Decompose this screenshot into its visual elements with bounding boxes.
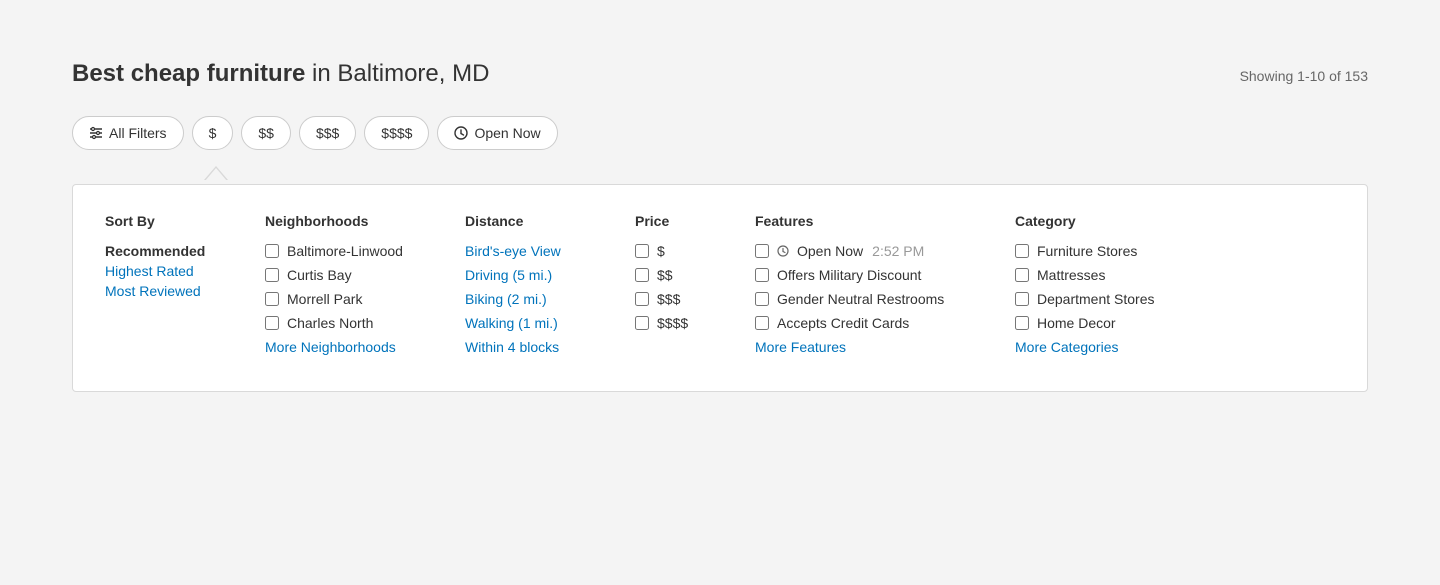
features-heading: Features: [755, 213, 991, 229]
page-title: Best cheap furniture in Baltimore, MD: [72, 60, 489, 88]
panel-pointer: [72, 166, 1368, 184]
neighborhoods-section: Neighborhoods Baltimore-Linwood Curtis B…: [265, 213, 465, 363]
category-mattresses[interactable]: Mattresses: [1015, 267, 1211, 283]
category-department-stores[interactable]: Department Stores: [1015, 291, 1211, 307]
distance-driving[interactable]: Driving (5 mi.): [465, 267, 611, 283]
neighborhood-charles-north[interactable]: Charles North: [265, 315, 441, 331]
all-filters-button[interactable]: All Filters: [72, 116, 184, 150]
filter-panel: Sort By Recommended Highest Rated Most R…: [72, 184, 1368, 392]
distance-within-blocks[interactable]: Within 4 blocks: [465, 339, 611, 355]
neighborhood-baltimore-linwood[interactable]: Baltimore-Linwood: [265, 243, 441, 259]
price-4-checkbox[interactable]: $$$$: [635, 315, 731, 331]
price-3-button[interactable]: $$$: [299, 116, 356, 150]
feature-gender-neutral-restrooms[interactable]: Gender Neutral Restrooms: [755, 291, 991, 307]
sort-most-reviewed[interactable]: Most Reviewed: [105, 283, 241, 299]
category-section: Category Furniture Stores Mattresses Dep…: [1015, 213, 1235, 363]
sliders-icon: [89, 126, 103, 140]
filter-bar: All Filters $ $$ $$$ $$$$ Open Now: [72, 116, 1368, 150]
sort-by-heading: Sort By: [105, 213, 241, 229]
category-home-decor[interactable]: Home Decor: [1015, 315, 1211, 331]
price-4-button[interactable]: $$$$: [364, 116, 429, 150]
neighborhoods-heading: Neighborhoods: [265, 213, 441, 229]
neighborhood-curtis-bay[interactable]: Curtis Bay: [265, 267, 441, 283]
showing-count: Showing 1-10 of 153: [1240, 68, 1368, 84]
sort-recommended[interactable]: Recommended: [105, 243, 241, 259]
sort-by-section: Sort By Recommended Highest Rated Most R…: [105, 213, 265, 363]
distance-walking[interactable]: Walking (1 mi.): [465, 315, 611, 331]
price-section: Price $ $$ $$$ $$$$: [635, 213, 755, 363]
feature-military-discount[interactable]: Offers Military Discount: [755, 267, 991, 283]
price-1-button[interactable]: $: [192, 116, 234, 150]
category-heading: Category: [1015, 213, 1211, 229]
clock-small-icon: [777, 245, 789, 257]
open-now-button[interactable]: Open Now: [437, 116, 557, 150]
category-furniture-stores[interactable]: Furniture Stores: [1015, 243, 1211, 259]
feature-open-now[interactable]: Open Now 2:52 PM: [755, 243, 991, 259]
distance-section: Distance Bird's-eye View Driving (5 mi.)…: [465, 213, 635, 363]
header-row: Best cheap furniture in Baltimore, MD Sh…: [72, 60, 1368, 88]
distance-heading: Distance: [465, 213, 611, 229]
more-categories-link[interactable]: More Categories: [1015, 339, 1211, 355]
more-features-link[interactable]: More Features: [755, 339, 991, 355]
sort-highest-rated[interactable]: Highest Rated: [105, 263, 241, 279]
distance-birds-eye[interactable]: Bird's-eye View: [465, 243, 611, 259]
price-heading: Price: [635, 213, 731, 229]
feature-accepts-credit-cards[interactable]: Accepts Credit Cards: [755, 315, 991, 331]
more-neighborhoods-link[interactable]: More Neighborhoods: [265, 339, 441, 355]
features-section: Features Open Now 2:52 PM: [755, 213, 1015, 363]
price-2-checkbox[interactable]: $$: [635, 267, 731, 283]
price-3-checkbox[interactable]: $$$: [635, 291, 731, 307]
price-1-checkbox[interactable]: $: [635, 243, 731, 259]
clock-icon: [454, 126, 468, 140]
price-2-button[interactable]: $$: [241, 116, 291, 150]
distance-biking[interactable]: Biking (2 mi.): [465, 291, 611, 307]
neighborhood-morrell-park[interactable]: Morrell Park: [265, 291, 441, 307]
